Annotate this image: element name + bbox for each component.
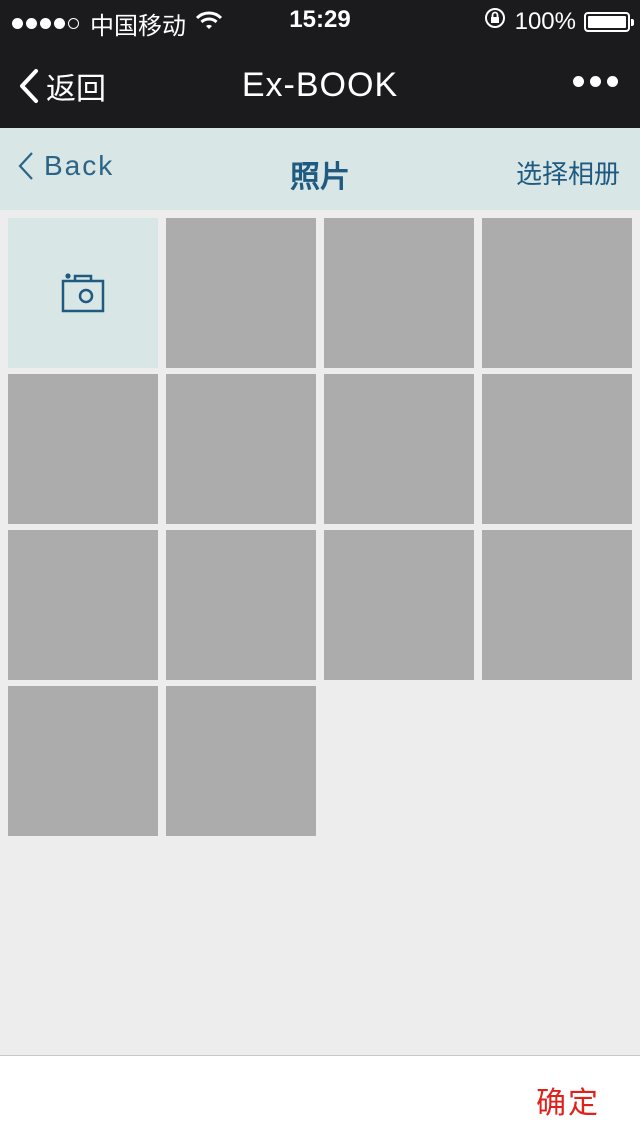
- photo-thumbnail[interactable]: [8, 374, 158, 524]
- photo-thumbnail[interactable]: [8, 530, 158, 680]
- photo-thumbnail[interactable]: [166, 374, 316, 524]
- status-bar: 中国移动 15:29 100%: [0, 0, 640, 40]
- battery-percent: 100%: [514, 7, 576, 35]
- photo-thumbnail[interactable]: [324, 218, 474, 368]
- photo-thumbnail[interactable]: [482, 374, 632, 524]
- photo-thumbnail[interactable]: [324, 530, 474, 680]
- bottom-action-bar: 确定: [0, 1055, 640, 1137]
- photo-thumbnail[interactable]: [166, 686, 316, 836]
- photo-grid: [8, 218, 632, 836]
- select-album-button[interactable]: 选择相册: [516, 154, 620, 191]
- camera-capture-tile[interactable]: [8, 218, 158, 368]
- more-dots-icon: [573, 76, 584, 87]
- photo-header-bar: Back 照片 选择相册: [0, 128, 640, 210]
- rotation-lock-icon: [483, 6, 507, 37]
- camera-icon: [61, 273, 105, 313]
- more-options-button[interactable]: [567, 76, 618, 87]
- photo-thumbnail[interactable]: [482, 530, 632, 680]
- photo-thumbnail[interactable]: [166, 218, 316, 368]
- top-nav-bar: 返回 Ex-BOOK: [0, 40, 640, 128]
- app-title: Ex-BOOK: [241, 66, 399, 104]
- photo-thumbnail[interactable]: [166, 530, 316, 680]
- confirm-button[interactable]: 确定: [536, 1078, 600, 1122]
- photo-thumbnail[interactable]: [482, 218, 632, 368]
- status-right: 100%: [483, 6, 634, 37]
- battery-icon: [584, 11, 634, 32]
- photo-thumbnail[interactable]: [8, 686, 158, 836]
- photo-thumbnail[interactable]: [324, 374, 474, 524]
